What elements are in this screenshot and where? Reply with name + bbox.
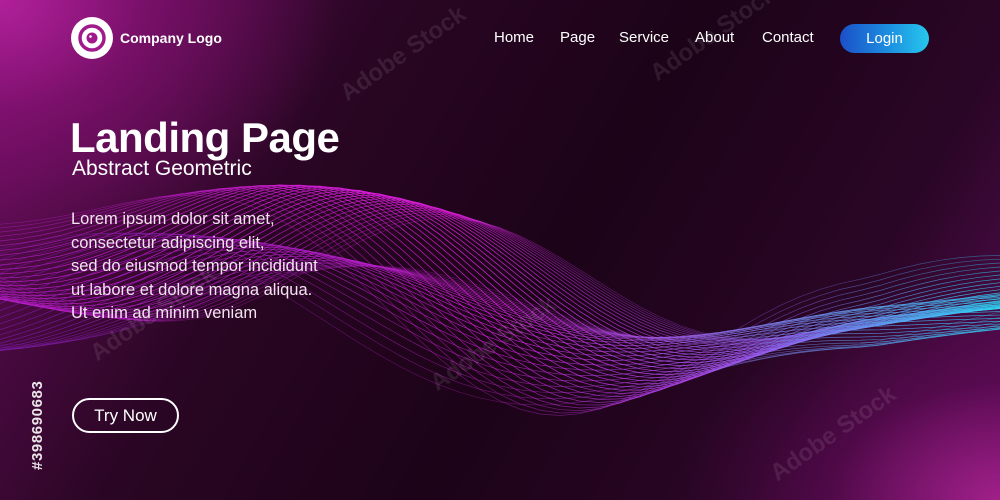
- stock-id-label: #398690683: [11, 258, 46, 478]
- hero-subtitle: Abstract Geometric: [72, 157, 252, 180]
- nav-page-link[interactable]: Page: [560, 29, 595, 46]
- stock-id-text: #398690683: [29, 380, 46, 470]
- hero-description-line: Ut enim ad minim veniam: [71, 304, 258, 322]
- hero-description-line: ut labore et dolore magna aliqua.: [71, 280, 313, 299]
- hero-description-line: consectetur adipiscing elit,: [71, 233, 265, 252]
- hero-description-line: Lorem ipsum dolor sit amet,: [71, 210, 275, 228]
- company-logo-text: Company Logo: [120, 30, 222, 46]
- landing-page: Adobe Stock Adobe Stock Adobe Stock Adob…: [0, 0, 1000, 500]
- nav-home-link[interactable]: Home: [494, 29, 534, 46]
- try-now-button[interactable]: Try Now: [72, 398, 179, 433]
- nav-about-link[interactable]: About: [695, 29, 734, 46]
- hero-description-line: sed do eiusmod tempor incididunt: [71, 257, 318, 275]
- company-logo[interactable]: Company Logo: [71, 17, 222, 59]
- hero-description: Lorem ipsum dolor sit amet, consectetur …: [71, 208, 318, 326]
- nav-service-link[interactable]: Service: [619, 29, 669, 46]
- logo-icon: [71, 17, 113, 59]
- login-button[interactable]: Login: [840, 24, 929, 53]
- nav-contact-link[interactable]: Contact: [762, 29, 814, 46]
- hero-title: Landing Page: [70, 114, 340, 161]
